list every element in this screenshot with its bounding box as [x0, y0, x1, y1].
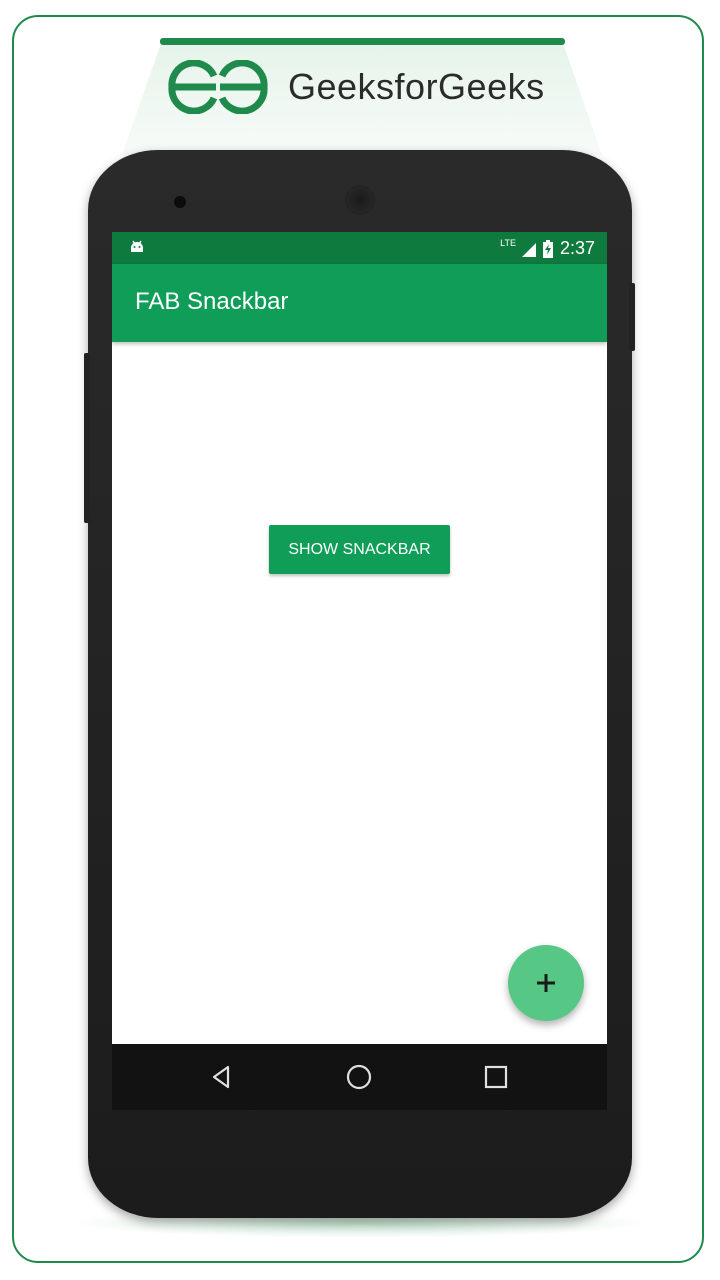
signal-icon — [521, 242, 536, 257]
app-title: FAB Snackbar — [135, 288, 289, 315]
volume-button — [84, 353, 90, 523]
status-time: 2:37 — [559, 238, 595, 258]
phone-screen: LTE 2:37 FAB Snackbar SHOW SNACKBAR — [112, 232, 607, 1044]
android-notification-icon — [131, 240, 143, 252]
status-right-group: LTE 2:37 — [500, 238, 595, 259]
brand-bar — [160, 38, 565, 45]
brand-name: GeeksforGeeks — [288, 66, 545, 107]
gfg-logo-icon — [168, 60, 268, 114]
battery-charging-icon — [542, 239, 553, 258]
floating-action-button[interactable] — [508, 945, 584, 1021]
network-type-label: LTE — [500, 237, 516, 248]
plus-icon — [537, 974, 555, 992]
status-bar: LTE 2:37 — [112, 232, 607, 264]
navigation-bar — [112, 1044, 607, 1110]
home-icon[interactable] — [345, 1063, 373, 1091]
app-bar: FAB Snackbar — [112, 264, 607, 342]
back-icon[interactable] — [208, 1063, 236, 1091]
show-snackbar-button[interactable]: SHOW SNACKBAR — [269, 525, 450, 574]
recents-icon[interactable] — [482, 1063, 510, 1091]
power-button — [629, 283, 635, 351]
sensor-dot — [174, 196, 186, 208]
front-camera — [345, 185, 375, 215]
